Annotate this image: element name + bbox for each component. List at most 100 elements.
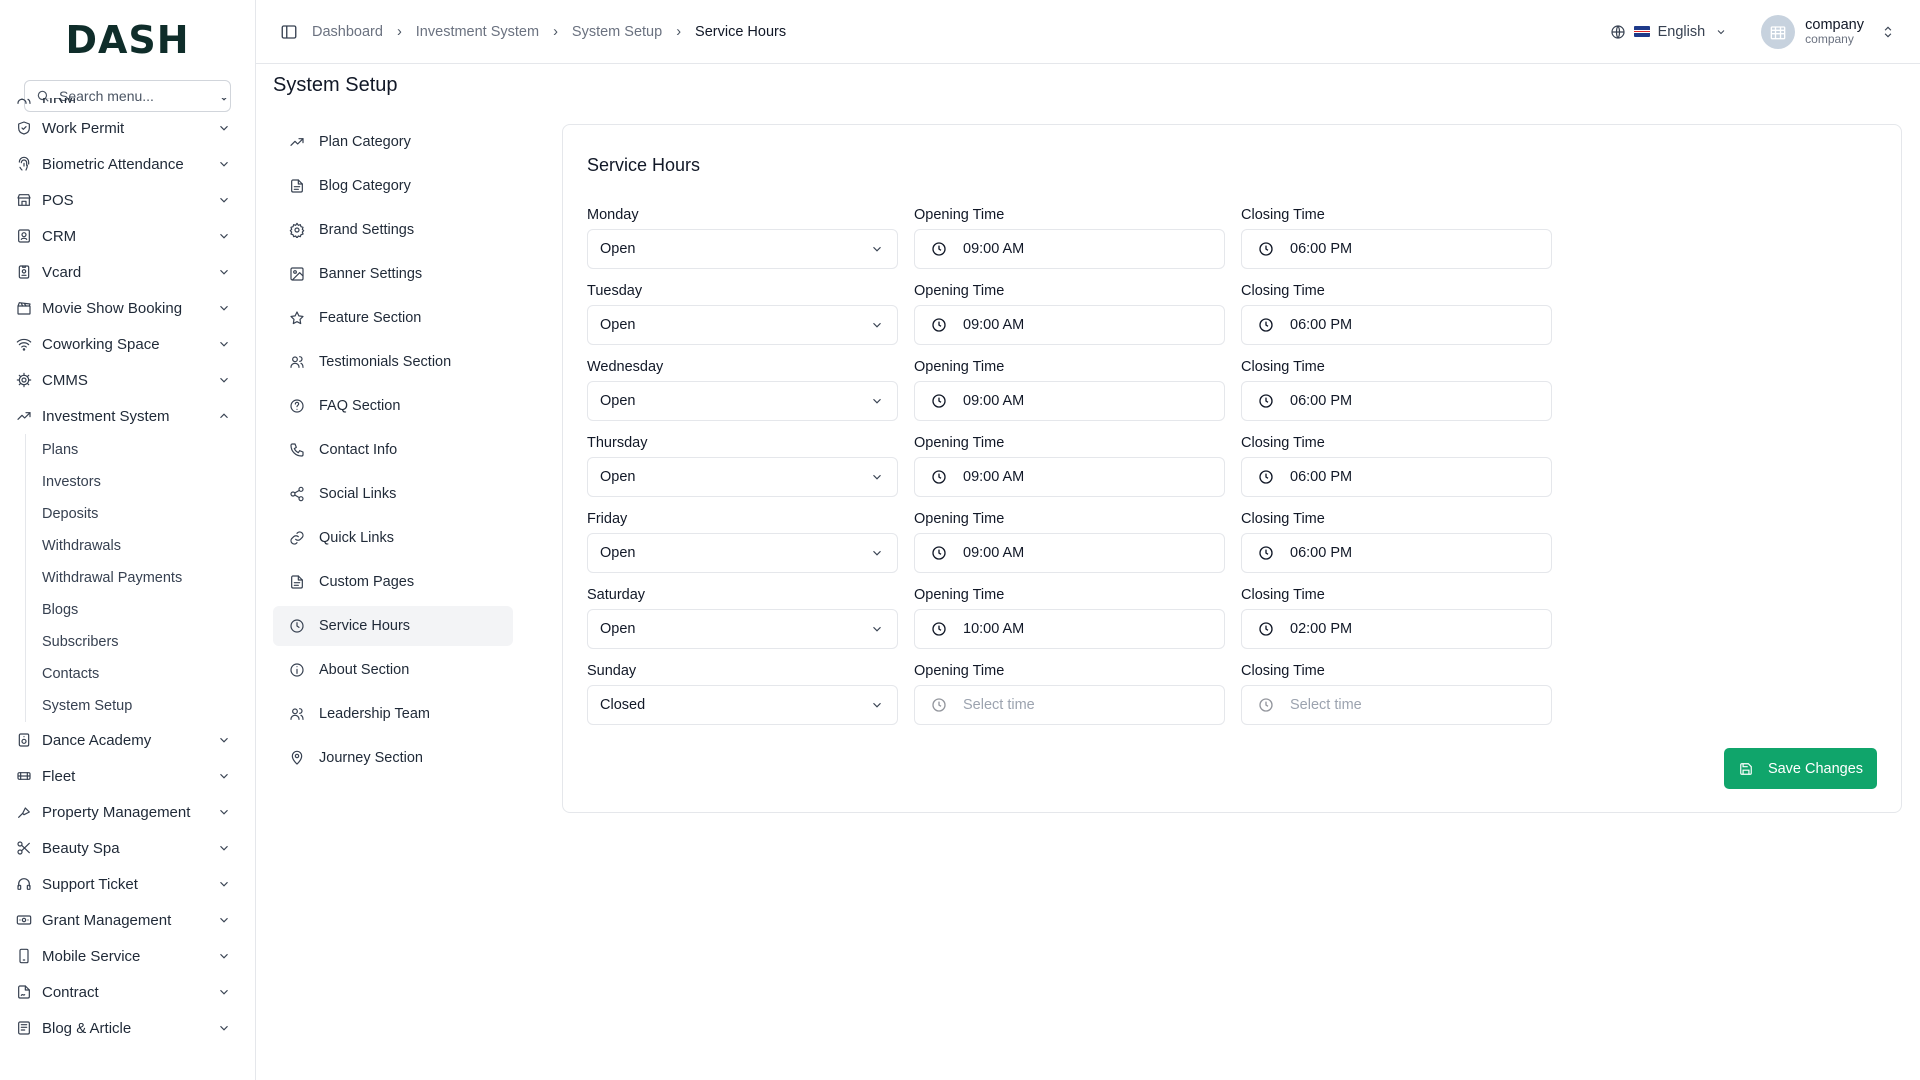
- closing-time-input[interactable]: 02:00 PM: [1241, 609, 1552, 649]
- sidebar-item-label: Work Permit: [42, 119, 125, 137]
- sidebar-item[interactable]: CMMS: [0, 362, 255, 398]
- opening-time-input[interactable]: 09:00 AM: [914, 229, 1225, 269]
- sidebar-item[interactable]: Blog & Article: [0, 1010, 255, 1046]
- sidebar-item[interactable]: Property Management: [0, 794, 255, 830]
- subnav-item-label: Testimonials Section: [319, 354, 452, 370]
- day-status-select[interactable]: Open: [587, 609, 898, 649]
- subnav-item[interactable]: Social Links: [273, 474, 513, 514]
- sidebar-item[interactable]: POS: [0, 182, 255, 218]
- language-selector[interactable]: English: [1610, 24, 1730, 40]
- sidebar-item[interactable]: Dance Academy: [0, 722, 255, 758]
- submenu-item[interactable]: System Setup: [26, 690, 255, 722]
- subnav-item-label: Contact Info: [319, 442, 398, 458]
- day-status-select[interactable]: Open: [587, 229, 898, 269]
- breadcrumb-current: Service Hours: [695, 23, 787, 40]
- save-changes-label: Save Changes: [1767, 760, 1864, 777]
- subnav-item[interactable]: Service Hours: [273, 606, 513, 646]
- subnav-item[interactable]: Feature Section: [273, 298, 513, 338]
- submenu-item[interactable]: Withdrawals: [26, 530, 255, 562]
- sidebar-toggle-icon[interactable]: [280, 23, 298, 41]
- clock-icon: [931, 317, 947, 333]
- submenu-item[interactable]: Subscribers: [26, 626, 255, 658]
- headphones-icon: [16, 876, 32, 892]
- sidebar-item[interactable]: CRM: [0, 218, 255, 254]
- sidebar-item-label: Contract: [42, 983, 99, 1001]
- opening-time-input[interactable]: 09:00 AM: [914, 381, 1225, 421]
- uk-flag-icon: [1633, 26, 1650, 37]
- closing-time-input[interactable]: 06:00 PM: [1241, 533, 1552, 573]
- submenu-item[interactable]: Contacts: [26, 658, 255, 690]
- sidebar-item-hrm[interactable]: HRM: [0, 98, 255, 110]
- submenu-item[interactable]: Deposits: [26, 498, 255, 530]
- day-status-select[interactable]: Open: [587, 381, 898, 421]
- closing-time-input[interactable]: 06:00 PM: [1241, 229, 1552, 269]
- opening-time-input[interactable]: 09:00 AM: [914, 305, 1225, 345]
- breadcrumb-system-setup[interactable]: System Setup: [572, 24, 662, 40]
- subnav-item-label: Plan Category: [319, 134, 411, 150]
- sidebar-item[interactable]: Investment System: [0, 398, 255, 434]
- subnav-item[interactable]: Leadership Team: [273, 694, 513, 734]
- subnav-item[interactable]: Testimonials Section: [273, 342, 513, 382]
- opening-time-input[interactable]: 09:00 AM: [914, 533, 1225, 573]
- submenu-item[interactable]: Withdrawal Payments: [26, 562, 255, 594]
- sidebar-item[interactable]: Grant Management: [0, 902, 255, 938]
- sidebar-item[interactable]: Beauty Spa: [0, 830, 255, 866]
- sidebar-item[interactable]: Biometric Attendance: [0, 146, 255, 182]
- sidebar-item[interactable]: Vcard: [0, 254, 255, 290]
- subnav-item[interactable]: Plan Category: [273, 122, 513, 162]
- subnav-item-label: Brand Settings: [319, 222, 415, 238]
- opening-time-input[interactable]: 10:00 AM: [914, 609, 1225, 649]
- breadcrumb-dashboard[interactable]: Dashboard: [312, 24, 383, 40]
- closing-time-input[interactable]: 06:00 PM: [1241, 305, 1552, 345]
- day-status-select[interactable]: Closed: [587, 685, 898, 725]
- day-status-select[interactable]: Open: [587, 305, 898, 345]
- clock-icon: [289, 618, 305, 634]
- sidebar-item[interactable]: Support Ticket: [0, 866, 255, 902]
- day-status-select[interactable]: Open: [587, 533, 898, 573]
- day-status-select[interactable]: Open: [587, 457, 898, 497]
- opening-time-label: Opening Time: [914, 359, 1005, 375]
- subnav-item[interactable]: Quick Links: [273, 518, 513, 558]
- closing-time-input[interactable]: 06:00 PM: [1241, 381, 1552, 421]
- subnav-item[interactable]: Brand Settings: [273, 210, 513, 250]
- opening-time-value: 09:00 AM: [963, 469, 1025, 485]
- chevron-down-icon: [216, 912, 232, 928]
- closing-time-label: Closing Time: [1241, 207, 1325, 223]
- subnav-item[interactable]: FAQ Section: [273, 386, 513, 426]
- breadcrumb-investment-system[interactable]: Investment System: [416, 24, 539, 40]
- clock-icon: [931, 241, 947, 257]
- subnav-item[interactable]: Banner Settings: [273, 254, 513, 294]
- submenu-item[interactable]: Investors: [26, 466, 255, 498]
- opening-time-input[interactable]: Select time: [914, 685, 1225, 725]
- chevron-down-icon: [216, 948, 232, 964]
- submenu-item[interactable]: Plans: [26, 434, 255, 466]
- sidebar-item[interactable]: Contract: [0, 974, 255, 1010]
- chevron-right-icon: ›: [553, 23, 558, 40]
- closing-time-input[interactable]: 06:00 PM: [1241, 457, 1552, 497]
- logo[interactable]: DASH: [0, 0, 255, 80]
- subnav-item[interactable]: Custom Pages: [273, 562, 513, 602]
- opening-time-label: Opening Time: [914, 587, 1005, 603]
- subnav-item[interactable]: About Section: [273, 650, 513, 690]
- sidebar-item[interactable]: Work Permit: [0, 110, 255, 146]
- closing-time-label: Closing Time: [1241, 511, 1325, 527]
- service-hours-row: Thursday Open Opening Time 09:00 AM Closing …: [587, 435, 1552, 503]
- subnav-item[interactable]: Blog Category: [273, 166, 513, 206]
- opening-time-label: Opening Time: [914, 663, 1005, 679]
- sidebar-item[interactable]: Mobile Service: [0, 938, 255, 974]
- sidebar-item-label: Coworking Space: [42, 335, 160, 353]
- sidebar-item[interactable]: Coworking Space: [0, 326, 255, 362]
- phone-icon: [289, 442, 305, 458]
- sidebar-item[interactable]: Movie Show Booking: [0, 290, 255, 326]
- user-menu[interactable]: company company: [1761, 14, 1896, 49]
- opening-time-input[interactable]: 09:00 AM: [914, 457, 1225, 497]
- subnav-item[interactable]: Contact Info: [273, 430, 513, 470]
- day-label: Wednesday: [587, 359, 664, 375]
- closing-time-input[interactable]: Select time: [1241, 685, 1552, 725]
- submenu-item[interactable]: Blogs: [26, 594, 255, 626]
- subnav-item[interactable]: Journey Section: [273, 738, 513, 778]
- sidebar-item[interactable]: Fleet: [0, 758, 255, 794]
- subnav-item-label: Quick Links: [319, 530, 394, 546]
- sidebar-item-label: POS: [42, 191, 74, 209]
- save-changes-button[interactable]: Save Changes: [1724, 748, 1877, 789]
